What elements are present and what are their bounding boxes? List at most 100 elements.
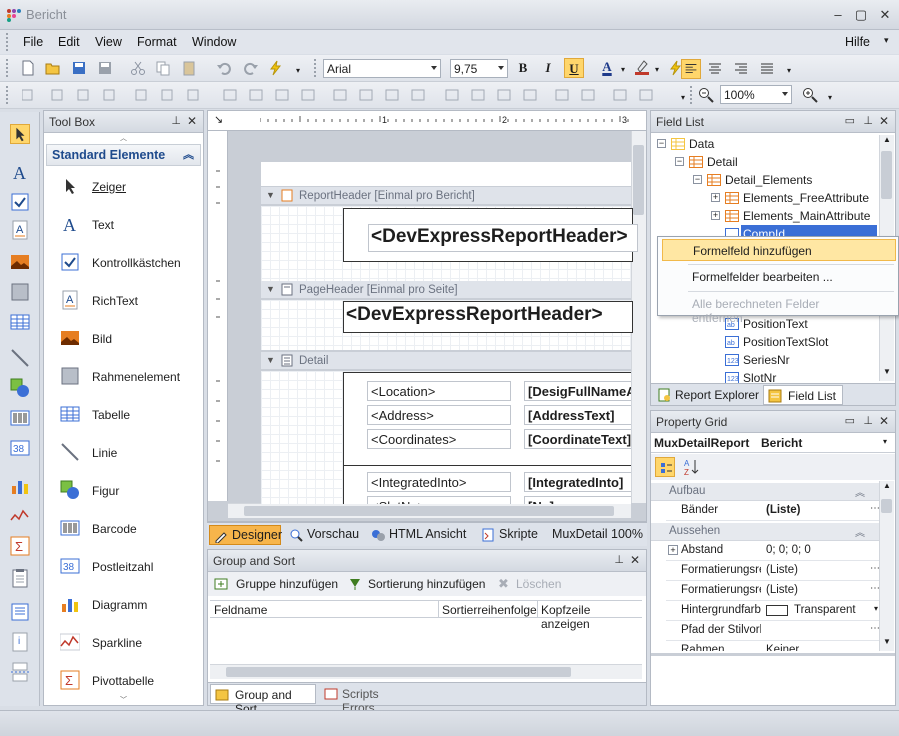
page-header-box[interactable]: <DevExpressReportHeader> [343, 301, 633, 333]
detail-label-cell[interactable]: <Location> [367, 381, 511, 401]
add-group-icon[interactable] [214, 577, 228, 591]
detail-field-cell[interactable]: [CoordinateText] [524, 429, 631, 449]
new-icon[interactable] [20, 60, 36, 76]
scroll-down-icon[interactable]: ﹀ [44, 695, 203, 704]
back-color-icon[interactable] [634, 59, 650, 75]
column-show-header[interactable]: Kopfzeile anzeigen [541, 603, 642, 631]
menu-window[interactable]: Window [192, 35, 236, 49]
toolbox-item-text[interactable]: A Text [52, 212, 202, 242]
toolbar-grip[interactable] [6, 59, 9, 77]
scroll-thumb[interactable] [881, 499, 892, 513]
font-size-combo[interactable]: 9,75 [450, 59, 508, 78]
page-header-label-text[interactable]: <DevExpressReportHeader> [344, 303, 614, 331]
tab-preview[interactable]: Vorschau [285, 525, 363, 545]
column-sort-order[interactable]: Sortierreihenfolge [442, 603, 537, 617]
detail-field-cell[interactable]: [AddressText] [524, 405, 631, 425]
scroll-thumb[interactable] [633, 145, 644, 215]
toolbox-item-pivottabelle[interactable]: Σ Pivottabelle [52, 668, 202, 698]
toolbox-item-zeiger[interactable]: Zeiger [52, 174, 202, 204]
collapse-icon[interactable]: ︽ [855, 484, 865, 499]
toolbox-item-diagramm[interactable]: Diagramm [52, 592, 202, 622]
remove-calculated-fields-item[interactable]: Alle berechneten Felder entfernen [662, 293, 896, 325]
close-icon[interactable]: ✕ [879, 414, 889, 428]
alphabetical-icon[interactable]: AZ [681, 457, 701, 477]
scroll-up-icon[interactable]: ▲ [880, 481, 894, 493]
detail-band[interactable]: ▼ Detail [261, 352, 631, 370]
table-icon[interactable] [10, 312, 30, 332]
tab-field-list[interactable]: Field List [763, 385, 843, 405]
layout-align-icons[interactable] [22, 87, 682, 103]
add-sort-icon[interactable] [348, 577, 362, 591]
chevron-down-icon[interactable]: ▾ [874, 604, 878, 613]
property-row[interactable]: Hintergrundfarbe Transparent ▾ [666, 601, 879, 621]
page-break-icon[interactable] [10, 662, 30, 682]
paste-icon[interactable] [181, 60, 197, 76]
column-fieldname[interactable]: Feldname [214, 603, 267, 617]
back-color-dropdown-icon[interactable]: ▾ [655, 65, 659, 74]
toolbox-item-figur[interactable]: Figur [52, 478, 202, 508]
pin-icon[interactable]: ⊥ [863, 114, 873, 127]
ellipsis-button[interactable]: ⋯ [870, 623, 879, 634]
tree-node-data[interactable]: − Data [651, 135, 877, 153]
add-calculated-field-item[interactable]: Formelfeld hinzufügen [662, 239, 896, 261]
close-icon[interactable]: ✕ [630, 553, 640, 567]
ellipsis-button[interactable]: ⋯ [870, 503, 879, 514]
zoom-toolbar-grip[interactable] [690, 86, 693, 104]
ellipsis-button[interactable]: ⋯ [870, 563, 879, 574]
detail-field-cell[interactable]: [No] [524, 496, 631, 504]
chart-icon[interactable] [10, 476, 30, 496]
menu-help[interactable]: Hilfe [845, 35, 870, 49]
expand-icon[interactable]: + [711, 193, 720, 202]
page-info-icon[interactable]: i [10, 632, 30, 652]
report-header-box[interactable]: <DevExpressReportHeader> [343, 208, 638, 262]
page-header-band[interactable]: ▼ PageHeader [Einmal pro Seite] [261, 281, 631, 299]
line-icon[interactable] [10, 348, 30, 368]
close-icon[interactable]: ✕ [187, 114, 197, 128]
scroll-thumb[interactable] [226, 667, 571, 677]
scroll-thumb[interactable] [244, 506, 614, 516]
menu-format[interactable]: Format [137, 35, 177, 49]
detail-label-cell[interactable]: <SlotNo> [367, 496, 511, 504]
align-center-icon[interactable] [707, 61, 723, 77]
tree-node-seriesnr[interactable]: 123 SeriesNr [651, 351, 877, 369]
detail-field-cell[interactable]: [DesigFullNameAt] [524, 381, 631, 401]
property-row[interactable]: + Abstand 0; 0; 0; 0 [666, 541, 879, 561]
tree-node-elements_mainattribute[interactable]: + Elements_MainAttribute [651, 207, 877, 225]
ruler-corner-icon[interactable]: ↘ [214, 113, 223, 126]
panel-icon[interactable] [10, 282, 30, 302]
pointer-icon[interactable] [10, 124, 30, 144]
category-aufbau[interactable]: Aufbau ︽ [651, 483, 879, 501]
toolbox-item-rahmenelement[interactable]: Rahmenelement [52, 364, 202, 394]
zoom-indicator[interactable]: 100% [609, 525, 645, 545]
edit-calculated-fields-item[interactable]: Formelfelder bearbeiten ... [662, 266, 896, 288]
collapse-icon[interactable]: ︽ [855, 524, 865, 539]
sparkline-icon[interactable] [10, 506, 30, 526]
italic-button[interactable]: I [538, 58, 558, 78]
add-sort-button[interactable]: Sortierung hinzufügen [368, 577, 485, 591]
toolbox-item-bild[interactable]: Bild [52, 326, 202, 356]
help-dropdown-icon[interactable]: ▾ [884, 35, 889, 46]
undo-icon[interactable] [216, 60, 232, 76]
pin-icon[interactable]: ⊥ [614, 553, 624, 566]
tab-group-sort[interactable]: Group and Sort [210, 684, 316, 716]
pin-icon[interactable]: ⊥ [863, 414, 873, 427]
wizard-icon[interactable] [268, 60, 284, 76]
collapse-icon[interactable]: − [693, 175, 702, 184]
group-sort-hscroll[interactable] [210, 664, 642, 679]
checkbox-icon[interactable] [10, 192, 30, 212]
toolbox-item-linie[interactable]: Linie [52, 440, 202, 470]
subreport-icon[interactable] [10, 602, 30, 622]
format-toolbar-grip[interactable] [314, 59, 317, 77]
report-header-label-text[interactable]: <DevExpressReportHeader> [368, 224, 638, 252]
save-all-icon[interactable] [97, 60, 113, 76]
detail-label-cell[interactable]: <Address> [367, 405, 511, 425]
object-selector[interactable]: MuxDetailReport Bericht ▾ [651, 433, 895, 453]
zoom-out-icon[interactable] [698, 87, 714, 103]
property-row[interactable]: Formatierungsre (Liste) ⋯ [666, 561, 879, 581]
copy-icon[interactable] [155, 60, 171, 76]
scroll-down-icon[interactable]: ▼ [880, 367, 894, 379]
tree-node-positiontext[interactable]: ab PositionText [651, 315, 877, 333]
collapse-icon[interactable]: − [675, 157, 684, 166]
add-group-button[interactable]: Gruppe hinzufügen [236, 577, 338, 591]
menu-grip[interactable] [6, 33, 9, 51]
